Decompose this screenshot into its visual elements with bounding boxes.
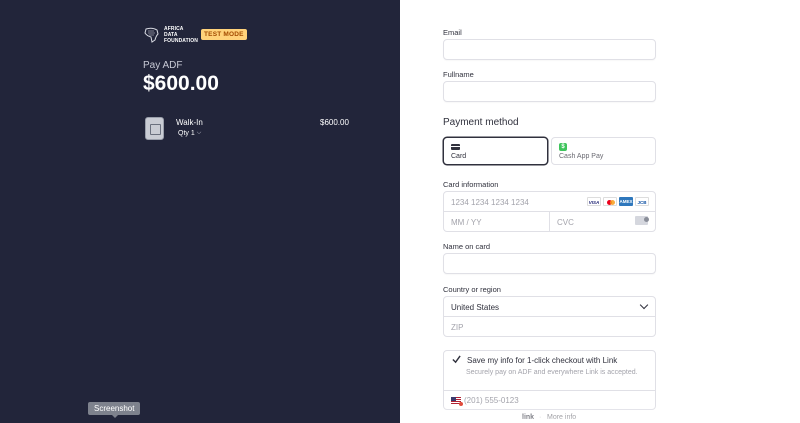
address-group: United States ZIP bbox=[443, 296, 656, 337]
link-logo: link bbox=[522, 414, 535, 421]
expiry-field[interactable]: MM / YY bbox=[444, 212, 550, 232]
total-amount: $600.00 bbox=[143, 72, 219, 95]
card-brands: VISA AMEX JCB bbox=[587, 197, 649, 206]
visa-icon: VISA bbox=[587, 197, 601, 206]
country-value: United States bbox=[451, 303, 500, 312]
card-information-group: 1234 1234 1234 1234 VISA AMEX JCB MM / Y… bbox=[443, 191, 656, 232]
email-label: Email bbox=[443, 28, 462, 37]
chevron-down-icon: ⌵ bbox=[196, 130, 202, 136]
screenshot-tooltip: Screenshot bbox=[88, 402, 141, 418]
card-number-field[interactable]: 1234 1234 1234 1234 VISA AMEX JCB bbox=[444, 192, 655, 212]
cvc-placeholder: CVC bbox=[557, 218, 574, 227]
item-price: $600.00 bbox=[320, 118, 349, 127]
zip-field[interactable]: ZIP bbox=[444, 317, 655, 337]
us-flag-icon bbox=[451, 397, 463, 406]
fullname-field[interactable] bbox=[443, 81, 656, 102]
chevron-down-icon bbox=[639, 300, 649, 310]
test-mode-badge: TEST MODE bbox=[201, 29, 247, 40]
save-info-title[interactable]: Save my info for 1-click checkout with L… bbox=[467, 356, 617, 365]
logo-text: AFRICA DATA FOUNDATION bbox=[164, 26, 198, 44]
payment-method-card[interactable]: Card bbox=[443, 137, 548, 165]
footer-separator: · bbox=[539, 414, 542, 421]
card-number-placeholder: 1234 1234 1234 1234 bbox=[451, 198, 529, 207]
country-select[interactable]: United States bbox=[444, 297, 655, 317]
zip-placeholder: ZIP bbox=[451, 323, 464, 332]
checkbox-checked-icon[interactable] bbox=[452, 355, 461, 364]
payment-method-label: Cash App Pay bbox=[559, 153, 604, 160]
more-info-link[interactable]: More info bbox=[547, 414, 576, 421]
pay-label: Pay ADF bbox=[143, 60, 183, 71]
fullname-label: Fullname bbox=[443, 70, 474, 79]
name-on-card-label: Name on card bbox=[443, 242, 491, 251]
quantity-selector[interactable]: Qty 1 ⌵ bbox=[178, 130, 201, 137]
expiry-placeholder: MM / YY bbox=[451, 218, 482, 227]
amex-icon: AMEX bbox=[619, 197, 633, 206]
cash-app-icon: $ bbox=[559, 143, 567, 151]
jcb-icon: JCB bbox=[635, 197, 649, 206]
payment-method-label: Card bbox=[451, 153, 467, 160]
mastercard-icon bbox=[603, 197, 617, 206]
card-information-label: Card information bbox=[443, 180, 499, 189]
phone-field[interactable]: (201) 555-0123 bbox=[444, 390, 655, 410]
country-label: Country or region bbox=[443, 285, 501, 294]
brand-logo[interactable]: AFRICA DATA FOUNDATION bbox=[143, 26, 198, 44]
item-name: Walk-In bbox=[176, 118, 203, 127]
phone-placeholder: (201) 555-0123 bbox=[464, 396, 519, 405]
link-save-info: Save my info for 1-click checkout with L… bbox=[443, 350, 656, 410]
save-info-description: Securely pay on ADF and everywhere Link … bbox=[466, 369, 638, 376]
payment-method-title: Payment method bbox=[443, 117, 519, 128]
name-on-card-field[interactable] bbox=[443, 253, 656, 274]
order-summary-panel: AFRICA DATA FOUNDATION TEST MODE Pay ADF… bbox=[0, 0, 400, 423]
cvc-card-icon bbox=[635, 216, 649, 225]
product-image bbox=[145, 117, 164, 140]
africa-logo-icon bbox=[144, 27, 159, 43]
quantity-label: Qty 1 bbox=[178, 130, 195, 137]
cvc-field[interactable]: CVC bbox=[550, 212, 655, 232]
card-icon bbox=[451, 144, 460, 150]
payment-method-cash-app[interactable]: $ Cash App Pay bbox=[551, 137, 656, 165]
email-field[interactable] bbox=[443, 39, 656, 60]
